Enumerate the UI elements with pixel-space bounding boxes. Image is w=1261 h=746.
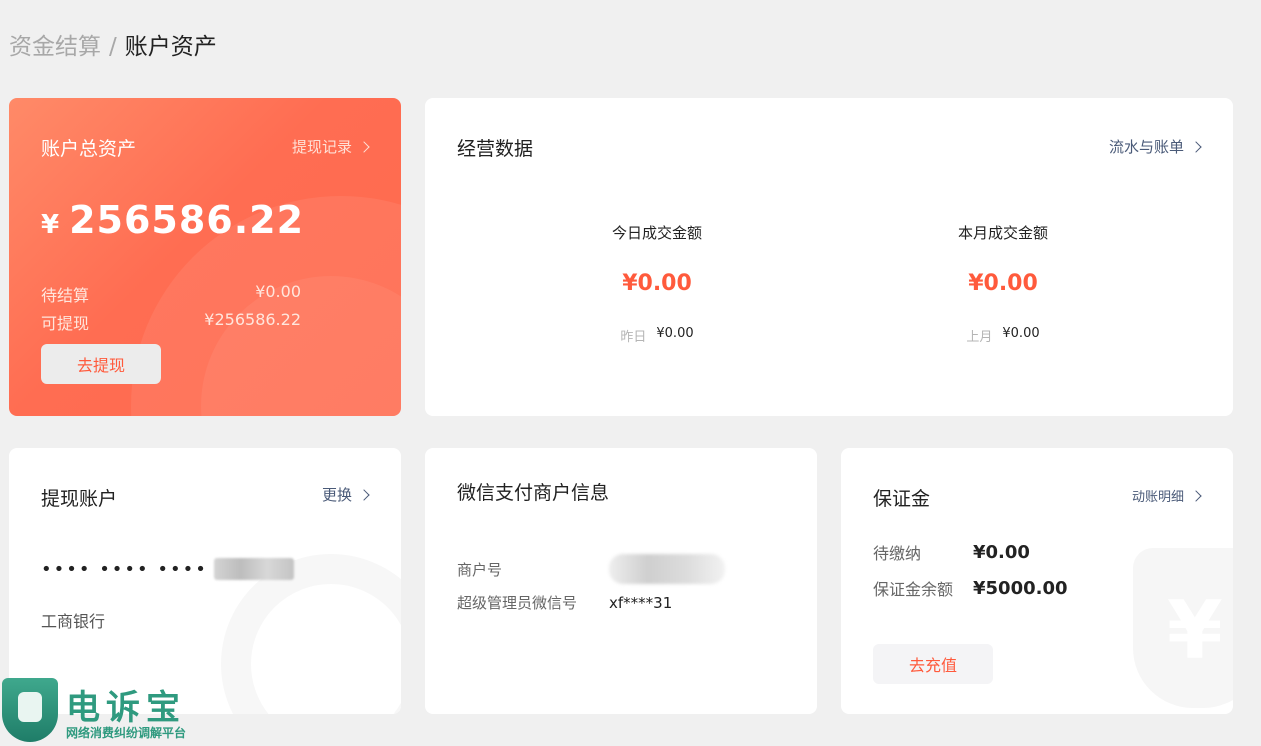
deposit-due-label: 待缴纳: [873, 544, 922, 563]
last-month-row: 上月 ¥0.00: [903, 326, 1103, 345]
total-assets-card: 账户总资产 提现记录 ¥ 256586.22 待结算 ¥0.00 可提现 ¥25…: [9, 98, 401, 416]
chevron-right-icon: [1190, 140, 1202, 153]
deposit-due-row: 待缴纳 ¥0.00: [873, 540, 1030, 564]
statements-link[interactable]: 流水与账单: [1108, 136, 1202, 157]
total-assets-value: 256586.22: [69, 198, 305, 242]
month-turnover-value: ¥0.00: [968, 271, 1038, 296]
watermark-logo: 电诉宝 网络消费纠纷调解平台: [0, 674, 230, 746]
change-account-label: 更换: [321, 486, 352, 504]
today-turnover-stat: 今日成交金额 ¥0.00 昨日 ¥0.00: [557, 222, 757, 345]
last-month-value: ¥0.00: [1002, 326, 1040, 341]
deposit-balance-value: ¥5000.00: [973, 577, 1068, 599]
bank-name: 工商银行: [41, 612, 106, 631]
total-assets-title: 账户总资产: [41, 138, 137, 160]
chevron-right-icon: [1190, 489, 1202, 502]
watermark-brand: 电诉宝: [66, 688, 186, 728]
change-account-link[interactable]: 更换: [321, 484, 370, 505]
today-turnover-label: 今日成交金额: [611, 224, 702, 242]
bank-card-number: •••• •••• ••••: [41, 558, 294, 580]
operating-data-title: 经营数据: [457, 138, 534, 160]
pending-settlement-label: 待结算: [41, 286, 90, 305]
watermark-tagline: 网络消费纠纷调解平台: [66, 726, 187, 740]
transaction-details-link[interactable]: 动账明细: [1131, 486, 1202, 505]
month-turnover-label: 本月成交金额: [957, 224, 1048, 242]
yesterday-row: 昨日 ¥0.00: [557, 326, 757, 345]
chevron-right-icon: [358, 140, 370, 153]
deposit-card: ¥ 保证金 动账明细 待缴纳 ¥0.00 保证金余额 ¥5000.00 去充值: [841, 448, 1233, 714]
month-turnover-stat: 本月成交金额 ¥0.00 上月 ¥0.00: [903, 222, 1103, 345]
withdraw-account-title: 提现账户: [41, 488, 118, 510]
merchant-id-label: 商户号: [457, 560, 503, 579]
breadcrumb-current: 账户资产: [124, 34, 217, 60]
breadcrumb: 资金结算 / 账户资产: [9, 30, 217, 64]
transaction-details-label: 动账明细: [1131, 490, 1184, 505]
shield-icon: ¥: [1133, 548, 1233, 708]
admin-wechat-label: 超级管理员微信号: [457, 594, 578, 612]
today-turnover-value: ¥0.00: [622, 271, 692, 296]
breadcrumb-separator: /: [109, 34, 117, 60]
chevron-right-icon: [358, 488, 370, 501]
deposit-balance-label: 保证金余额: [873, 580, 954, 599]
merchant-id-row: 商户号: [457, 554, 725, 584]
yesterday-value: ¥0.00: [656, 326, 694, 341]
statements-label: 流水与账单: [1108, 138, 1184, 156]
shield-fist-icon: [2, 678, 58, 742]
admin-wechat-row: 超级管理员微信号 xf****31: [457, 592, 672, 613]
operating-data-card: 经营数据 流水与账单 今日成交金额 ¥0.00 昨日 ¥0.00 本月成交金额 …: [425, 98, 1233, 416]
card-number-mask: •••• •••• ••••: [41, 558, 208, 580]
redacted-digits: [213, 558, 294, 580]
deposit-balance-row: 保证金余额 ¥5000.00: [873, 576, 1068, 600]
withdraw-records-link[interactable]: 提现记录: [291, 136, 370, 157]
withdraw-records-label: 提现记录: [291, 138, 352, 156]
deposit-title: 保证金: [873, 488, 931, 510]
wechat-merchant-title: 微信支付商户信息: [457, 482, 610, 504]
total-assets-amount: ¥ 256586.22: [41, 198, 304, 242]
wechat-merchant-card: 微信支付商户信息 商户号 超级管理员微信号 xf****31: [425, 448, 817, 714]
withdrawable-label: 可提现: [41, 314, 90, 333]
recharge-button[interactable]: 去充值: [873, 644, 993, 684]
withdrawable-row: 可提现 ¥256586.22: [41, 310, 301, 334]
pending-settlement-value: ¥0.00: [255, 282, 301, 301]
withdrawable-value: ¥256586.22: [204, 310, 301, 329]
breadcrumb-parent[interactable]: 资金结算: [9, 30, 101, 64]
yesterday-label: 昨日: [620, 330, 647, 345]
last-month-label: 上月: [966, 330, 993, 345]
withdraw-button[interactable]: 去提现: [41, 344, 161, 384]
admin-wechat-value: xf****31: [609, 593, 673, 612]
deposit-due-value: ¥0.00: [973, 541, 1030, 563]
redacted-merchant-id: [609, 554, 725, 584]
currency-symbol: ¥: [41, 210, 60, 240]
pending-settlement-row: 待结算 ¥0.00: [41, 282, 301, 306]
